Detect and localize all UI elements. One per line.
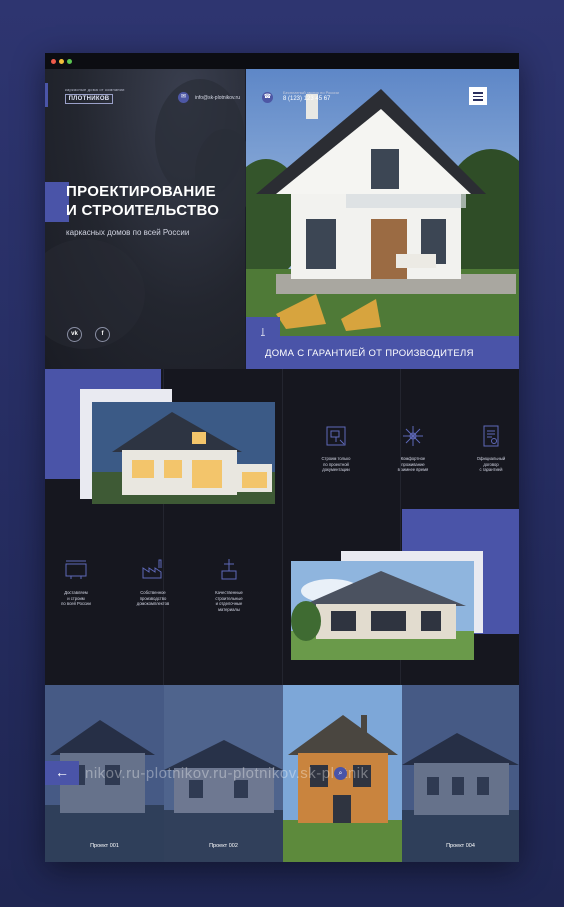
vk-icon[interactable]: vk	[67, 327, 82, 342]
close-window-icon[interactable]	[51, 59, 56, 64]
arrow-left-icon: ←	[55, 764, 69, 780]
window-titlebar	[45, 53, 519, 69]
hamburger-icon	[473, 92, 483, 94]
feature-contract: Официальный договор с гарантией	[463, 424, 519, 473]
hero-title-line-2: И СТРОИТЕЛЬСТВО	[66, 202, 220, 219]
house-photo-1	[92, 402, 275, 504]
prev-project-button[interactable]: ←	[45, 761, 79, 785]
project-label-1: Проект 001	[90, 843, 119, 849]
projects-gallery: Проект 001 Проект 002 Проект 004 nikov.r…	[45, 685, 519, 862]
materials-icon	[221, 559, 237, 580]
project-card-4[interactable]: Проект 004	[402, 685, 519, 862]
hero-title: ПРОЕКТИРОВАНИЕ И СТРОИТЕЛЬСТВО	[66, 182, 266, 220]
hero-subtitle: каркасных домов по всей России	[66, 228, 190, 237]
maximize-window-icon[interactable]	[67, 59, 72, 64]
phone-number[interactable]: 8 (123) 123 45 67	[283, 96, 330, 102]
logo[interactable]: ПЛОТНИКОВ	[65, 94, 113, 104]
phone-label: Бесплатный звонок по России	[283, 90, 339, 95]
feature-contract-text: Официальный договор с гарантией	[476, 456, 506, 472]
feature-delivery-text: Доставляем и строим по всей России	[61, 590, 91, 606]
facebook-icon[interactable]: f	[95, 327, 110, 342]
project-label-4: Проект 004	[446, 843, 475, 849]
feature-winter-text: Комфортное проживание в зимнее время	[397, 456, 429, 472]
feature-materials-text: Качественные строительные и отделочные м…	[215, 590, 243, 612]
house-photo-2	[291, 561, 474, 660]
logo-caption: каркасные дома от компании	[65, 87, 125, 92]
search-icon[interactable]: ⌕	[334, 767, 347, 780]
project-label-2: Проект 002	[209, 843, 238, 849]
feature-blueprint-text: Строим только по проектной документации	[321, 456, 351, 472]
feature-delivery: Доставляем и строим по всей России	[48, 556, 104, 607]
minimize-window-icon[interactable]	[59, 59, 64, 64]
feature-production-text: Собственное производство домокомплектов	[136, 590, 170, 606]
truck-icon	[65, 560, 87, 579]
hero-section: каркасные дома от компании ПЛОТНИКОВ ✉ i…	[45, 69, 519, 369]
snowflake-icon	[403, 426, 423, 446]
guarantee-banner: ДОМА С ГАРАНТИЕЙ ОТ ПРОИЗВОДИТЕЛЯ	[246, 336, 519, 369]
hamburger-menu-button[interactable]	[469, 87, 487, 105]
feature-winter: Комфортное проживание в зимнее время	[385, 424, 441, 473]
phone-icon: ☎	[262, 92, 273, 103]
contract-icon	[483, 425, 499, 447]
hero-house-photo	[246, 69, 519, 336]
factory-icon	[142, 559, 162, 579]
browser-window: каркасные дома от компании ПЛОТНИКОВ ✉ i…	[45, 53, 519, 862]
logo-accent-bar	[45, 83, 48, 107]
feature-production: Собственное производство домокомплектов	[125, 556, 181, 607]
blueprint-icon	[326, 426, 346, 446]
hero-title-line-1: ПРОЕКТИРОВАНИЕ	[66, 183, 216, 200]
mail-icon: ✉	[178, 92, 189, 103]
email-link[interactable]: info@sk-plotnikov.ru	[195, 95, 240, 101]
feature-blueprint: Строим только по проектной документации	[308, 424, 364, 473]
features-section: Строим только по проектной документации …	[45, 369, 519, 685]
guarantee-banner-text: ДОМА С ГАРАНТИЕЙ ОТ ПРОИЗВОДИТЕЛЯ	[265, 348, 474, 359]
watermark-text: nikov.ru-plotnikov.ru-plotnikov.sk-plotn…	[85, 765, 369, 782]
feature-materials: Качественные строительные и отделочные м…	[201, 556, 257, 612]
